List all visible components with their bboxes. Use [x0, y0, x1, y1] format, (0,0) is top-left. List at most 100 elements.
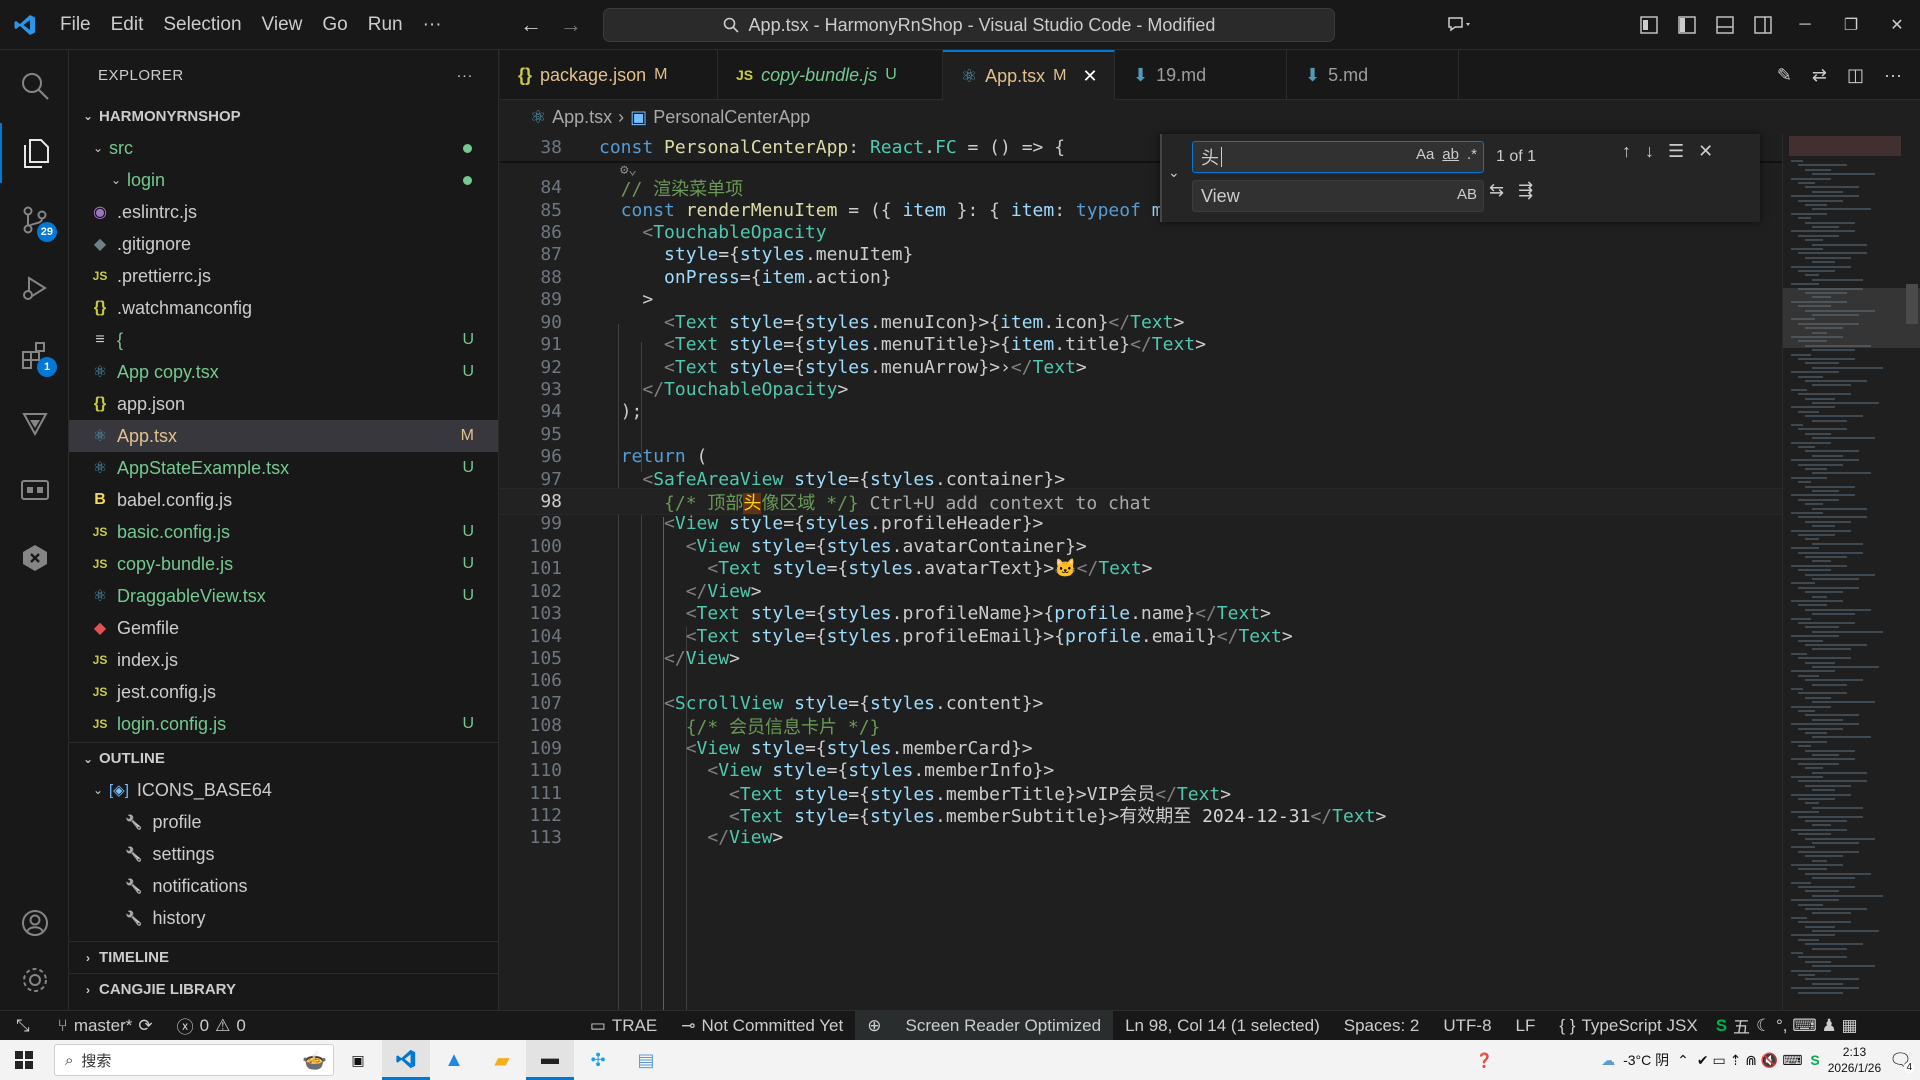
timeline-section-header[interactable]: › TIMELINE — [69, 941, 498, 973]
cangjie-icon[interactable] — [0, 393, 69, 453]
match-case-toggle[interactable]: Aa — [1416, 146, 1434, 163]
file-row[interactable]: JS basic.config.js U — [69, 516, 498, 548]
task-view-icon[interactable]: ▣ — [334, 1040, 382, 1080]
explorer-view-icon[interactable] — [0, 123, 69, 183]
tab-copy-bundle[interactable]: JS copy-bundle.js U — [718, 50, 943, 100]
minimize-icon[interactable]: ─ — [1782, 0, 1828, 50]
outline-item[interactable]: 🔧 settings — [69, 838, 498, 870]
minimap-slider[interactable] — [1783, 288, 1920, 348]
whole-word-toggle[interactable]: ab — [1442, 146, 1459, 163]
indentation[interactable]: Spaces: 2 — [1332, 1011, 1432, 1041]
trae-status[interactable]: ▭ TRAE — [578, 1011, 669, 1041]
search-view-icon[interactable] — [0, 56, 69, 116]
zoom-status[interactable]: ⊕ — [855, 1010, 894, 1041]
harmony-icon[interactable] — [0, 528, 69, 588]
copilot-chat-icon[interactable] — [1430, 0, 1490, 50]
command-center[interactable]: App.tsx - HarmonyRnShop - Visual Studio … — [603, 8, 1335, 42]
tab-app-tsx[interactable]: ⚛ App.tsx M ✕ — [943, 50, 1115, 100]
previous-match-icon[interactable]: ↑ — [1622, 141, 1631, 162]
file-row[interactable]: ◉ .eslintrc.js — [69, 196, 498, 228]
project-section-header[interactable]: ⌄ HARMONYRNSHOP — [69, 100, 498, 132]
file-row[interactable]: ◆ .gitignore — [69, 228, 498, 260]
terminal-taskbar-icon[interactable]: ▬ — [526, 1040, 574, 1080]
help-icon[interactable]: ❓ — [1476, 1052, 1493, 1069]
ime-indicator[interactable]: S 五 ☾ °, ⌨ ♟ ▦ — [1710, 1011, 1864, 1041]
problems[interactable]: ⓧ 0 ⚠ 0 — [165, 1011, 258, 1041]
breadcrumb-file[interactable]: App.tsx — [552, 107, 612, 128]
file-explorer-icon[interactable]: ▰ — [478, 1040, 526, 1080]
folder-src[interactable]: ⌄ src — [69, 132, 498, 164]
menu-edit[interactable]: Edit — [101, 0, 154, 50]
screen-reader-status[interactable]: Screen Reader Optimized — [893, 1010, 1114, 1041]
code-line[interactable]: 113 </View> — [500, 824, 1782, 851]
preserve-case-toggle[interactable]: AB — [1457, 186, 1477, 203]
file-row[interactable]: JS index.js — [69, 644, 498, 676]
close-icon[interactable]: ✕ — [1083, 66, 1098, 87]
menu-selection[interactable]: Selection — [153, 0, 251, 50]
tab-5-md[interactable]: ⬇ 5.md — [1287, 50, 1459, 100]
replace-all-icon[interactable]: ⇶ — [1518, 180, 1533, 201]
tab-19-md[interactable]: ⬇ 19.md — [1115, 50, 1287, 100]
file-row[interactable]: JS jest.config.js — [69, 676, 498, 708]
close-window-icon[interactable]: ✕ — [1874, 0, 1920, 50]
clock[interactable]: 2:13 2026/1/26 — [1828, 1044, 1881, 1076]
cursor-position[interactable]: Ln 98, Col 14 (1 selected) — [1113, 1011, 1332, 1041]
tray-chevron-up-icon[interactable]: ⌃ — [1677, 1052, 1689, 1069]
outline-root[interactable]: ⌄ [◈] ICONS_BASE64 — [69, 774, 498, 806]
back-arrow-icon[interactable]: ← — [520, 12, 542, 38]
file-row[interactable]: {} app.json — [69, 388, 498, 420]
outline-section-header[interactable]: ⌄ OUTLINE — [69, 742, 498, 774]
menu-view[interactable]: View — [252, 0, 313, 50]
extensions-icon[interactable]: 1 — [0, 325, 69, 385]
file-row[interactable]: {} .watchmanconfig — [69, 292, 498, 324]
customize-layout-icon[interactable] — [1630, 0, 1668, 50]
restore-icon[interactable]: ❐ — [1828, 0, 1874, 50]
vscode-taskbar-icon[interactable] — [382, 1040, 430, 1080]
toggle-secondary-sidebar-icon[interactable] — [1744, 0, 1782, 50]
accounts-icon[interactable] — [0, 893, 69, 953]
folder-login[interactable]: ⌄ login — [69, 164, 498, 196]
more-actions-icon[interactable]: ··· — [1884, 65, 1902, 86]
git-blame[interactable]: ⊸ Not Committed Yet — [669, 1011, 855, 1041]
file-row[interactable]: ⚛ App copy.tsx U — [69, 356, 498, 388]
find-in-selection-icon[interactable]: ☰ — [1668, 141, 1684, 162]
explorer-more-button[interactable]: ··· — [457, 67, 474, 84]
toggle-replace-chevron-icon[interactable]: ⌄ — [1168, 164, 1180, 181]
file-row[interactable]: JS login.config.js U — [69, 708, 498, 740]
file-row[interactable]: ⚛ AppStateExample.tsx U — [69, 452, 498, 484]
close-find-icon[interactable]: ✕ — [1698, 141, 1713, 162]
remote-explorer-icon[interactable] — [0, 460, 69, 520]
find-input[interactable]: 头 Aa ab .* — [1192, 141, 1484, 173]
end-of-line[interactable]: LF — [1504, 1011, 1548, 1041]
settings-gear-icon[interactable] — [0, 950, 69, 1010]
tray-icons[interactable]: ✔ ▭ ⇡ ⋒ 🔇 ⌨ — [1697, 1052, 1803, 1069]
file-row[interactable]: Bbabel.config.js — [69, 484, 498, 516]
app-taskbar-icon[interactable]: ✣ — [574, 1040, 622, 1080]
tab-package-json[interactable]: {} package.json M — [500, 50, 718, 100]
scrollbar-thumb[interactable] — [1906, 284, 1918, 324]
taskbar-search[interactable]: ⌕ 搜索 🍲 — [54, 1044, 334, 1076]
menu-file[interactable]: File — [50, 0, 101, 50]
file-row[interactable]: ⚛ App.tsx M — [69, 420, 498, 452]
file-row[interactable]: JS .prettierrc.js — [69, 260, 498, 292]
replace-one-icon[interactable]: ⇆ — [1489, 180, 1504, 201]
menu-go[interactable]: Go — [312, 0, 357, 50]
file-row[interactable]: ◆ Gemfile — [69, 612, 498, 644]
file-row[interactable]: ≡ {U — [69, 324, 498, 356]
remote-indicator-icon[interactable]: ⤡ — [0, 1011, 46, 1041]
toggle-panel-icon[interactable] — [1706, 0, 1744, 50]
notification-icon[interactable]: 🗨 4 — [1889, 1050, 1914, 1073]
edit-pencil-icon[interactable]: ✎ — [1777, 65, 1792, 86]
source-control-icon[interactable]: 29 — [0, 190, 69, 250]
sticky-scroll-toggle-icon[interactable]: ⚙⌄ — [620, 162, 637, 178]
deveco-taskbar-icon[interactable]: ▲ — [430, 1040, 478, 1080]
outline-item[interactable]: 🔧 notifications — [69, 870, 498, 902]
language-mode[interactable]: { } TypeScript JSX — [1547, 1011, 1709, 1041]
next-match-icon[interactable]: ↓ — [1645, 141, 1654, 162]
breadcrumb-symbol[interactable]: PersonalCenterApp — [653, 107, 810, 128]
git-branch[interactable]: ⑂ master* ⟳ — [46, 1011, 165, 1041]
code-editor[interactable]: 38 const PersonalCenterApp: React.FC = ()… — [500, 134, 1782, 1010]
outline-item[interactable]: 🔧 history — [69, 902, 498, 934]
encoding[interactable]: UTF-8 — [1431, 1011, 1503, 1041]
menu-run[interactable]: Run — [358, 0, 413, 50]
